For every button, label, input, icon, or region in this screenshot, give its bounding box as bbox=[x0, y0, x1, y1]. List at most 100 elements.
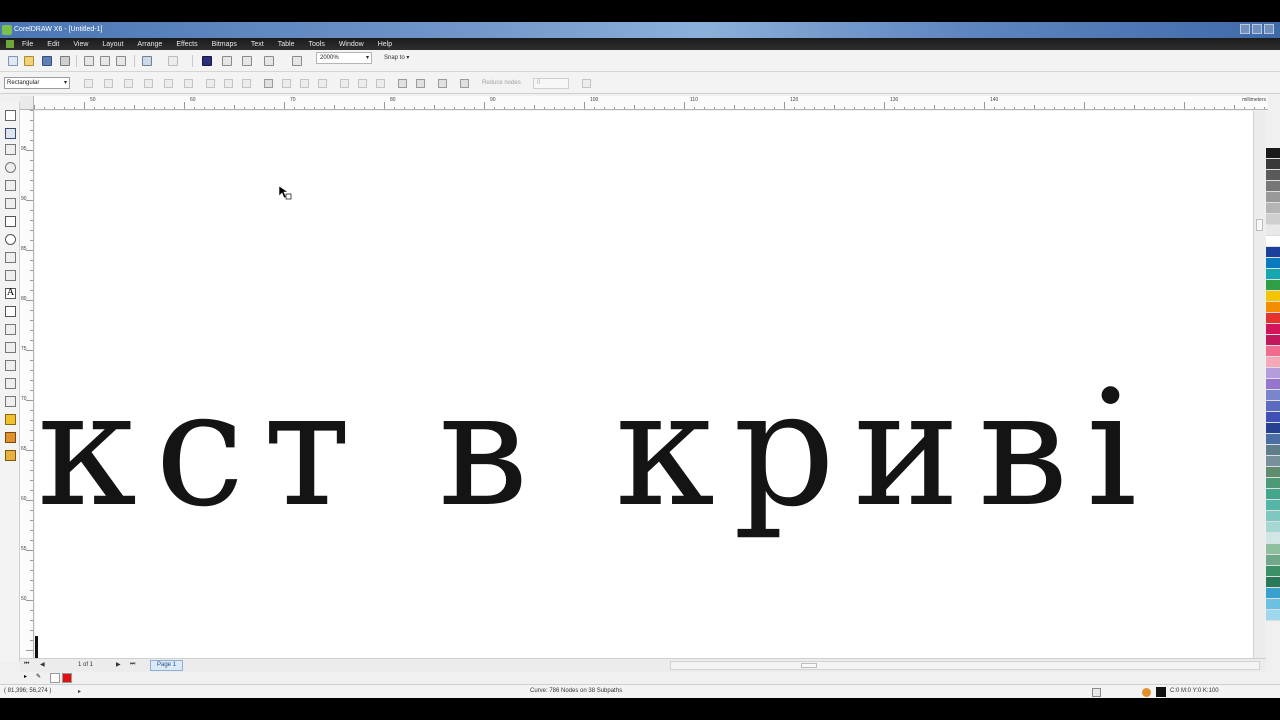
extend-curve-icon[interactable] bbox=[282, 79, 291, 88]
menu-help[interactable]: Help bbox=[378, 41, 392, 48]
vertical-ruler[interactable]: 95 90 85 80 75 70 65 60 55 50 bbox=[20, 110, 34, 666]
cut-icon[interactable] bbox=[84, 56, 94, 66]
new-document-icon[interactable] bbox=[8, 56, 18, 66]
cusp-node-icon[interactable] bbox=[206, 79, 215, 88]
export-icon[interactable] bbox=[222, 56, 232, 66]
menu-tools[interactable]: Tools bbox=[308, 41, 324, 48]
palette-swatch[interactable] bbox=[1266, 280, 1280, 291]
horizontal-scroll-thumb[interactable] bbox=[801, 663, 817, 668]
extract-subpath-icon[interactable] bbox=[300, 79, 309, 88]
palette-swatch[interactable] bbox=[1266, 390, 1280, 401]
crop-tool-icon[interactable] bbox=[5, 144, 16, 155]
symmetrical-node-icon[interactable] bbox=[242, 79, 251, 88]
close-button[interactable] bbox=[1264, 24, 1274, 34]
redo-icon[interactable] bbox=[168, 56, 178, 66]
reverse-direction-icon[interactable] bbox=[264, 79, 273, 88]
palette-swatch[interactable] bbox=[1266, 181, 1280, 192]
freehand-tool-icon[interactable] bbox=[5, 180, 16, 191]
menu-edit[interactable]: Edit bbox=[47, 41, 59, 48]
palette-swatch[interactable] bbox=[1266, 291, 1280, 302]
palette-swatch[interactable] bbox=[1266, 379, 1280, 390]
palette-swatch[interactable] bbox=[1266, 544, 1280, 555]
copy-icon[interactable] bbox=[100, 56, 110, 66]
palette-swatch[interactable] bbox=[1266, 335, 1280, 346]
elastic-mode-icon[interactable] bbox=[438, 79, 447, 88]
shape-tool-icon[interactable] bbox=[5, 128, 16, 139]
ellipse-tool-icon[interactable] bbox=[5, 234, 16, 245]
palette-swatch[interactable] bbox=[1266, 599, 1280, 610]
horizontal-scrollbar[interactable] bbox=[670, 661, 1260, 670]
palette-swatch[interactable] bbox=[1266, 214, 1280, 225]
page-last-icon[interactable]: ⏭ bbox=[130, 661, 135, 668]
publish-pdf-icon[interactable] bbox=[242, 56, 252, 66]
palette-swatch[interactable] bbox=[1266, 236, 1280, 247]
palette-swatch[interactable] bbox=[1266, 170, 1280, 181]
minimize-button[interactable] bbox=[1240, 24, 1250, 34]
smooth-node-icon[interactable] bbox=[224, 79, 233, 88]
polygon-tool-icon[interactable] bbox=[5, 252, 16, 263]
menu-file[interactable]: File bbox=[22, 41, 33, 48]
interactive-fill-tool-icon[interactable] bbox=[5, 450, 16, 461]
page-next-icon[interactable]: ▶ bbox=[116, 661, 121, 668]
palette-swatch[interactable] bbox=[1266, 500, 1280, 511]
break-curve-icon[interactable] bbox=[144, 79, 153, 88]
palette-swatch[interactable] bbox=[1266, 434, 1280, 445]
page-tab[interactable]: Page 1 bbox=[150, 660, 184, 671]
connector-tool-icon[interactable] bbox=[5, 342, 16, 353]
open-icon[interactable] bbox=[24, 56, 34, 66]
palette-swatch[interactable] bbox=[1266, 555, 1280, 566]
shape-preset-select[interactable]: Rectangular ▾ bbox=[4, 77, 70, 89]
palette-swatch[interactable] bbox=[1266, 159, 1280, 170]
align-nodes-icon[interactable] bbox=[376, 79, 385, 88]
reflect-vertical-icon[interactable] bbox=[416, 79, 425, 88]
palette-swatch[interactable] bbox=[1266, 588, 1280, 599]
rotate-nodes-icon[interactable] bbox=[358, 79, 367, 88]
palette-swatch[interactable] bbox=[1266, 489, 1280, 500]
vertical-scroll-thumb[interactable] bbox=[1256, 219, 1263, 231]
outline-pen-tool-icon[interactable] bbox=[5, 414, 16, 425]
select-all-nodes-icon[interactable] bbox=[460, 79, 469, 88]
application-launcher-icon[interactable] bbox=[264, 56, 274, 66]
menu-layout[interactable]: Layout bbox=[102, 41, 123, 48]
to-curve-icon[interactable] bbox=[184, 79, 193, 88]
page-first-icon[interactable]: ⏮ bbox=[24, 661, 29, 668]
save-icon[interactable] bbox=[42, 56, 52, 66]
table-tool-icon[interactable] bbox=[5, 306, 16, 317]
page-prev-icon[interactable]: ◀ bbox=[40, 661, 45, 668]
palette-swatch[interactable] bbox=[1266, 203, 1280, 214]
pick-tool-icon[interactable] bbox=[5, 110, 16, 121]
document-color-swatch[interactable] bbox=[62, 673, 72, 683]
horizontal-ruler[interactable]: 50 60 70 80 90 100 110 120 130 140 milli… bbox=[34, 96, 1268, 110]
menu-effects[interactable]: Effects bbox=[176, 41, 197, 48]
palette-swatch[interactable] bbox=[1266, 522, 1280, 533]
palette-swatch[interactable] bbox=[1266, 456, 1280, 467]
document-color-swatch[interactable] bbox=[50, 673, 60, 683]
palette-swatch[interactable] bbox=[1266, 401, 1280, 412]
rectangle-tool-icon[interactable] bbox=[5, 216, 16, 227]
zoom-tool-icon[interactable] bbox=[5, 162, 16, 173]
menu-arrange[interactable]: Arrange bbox=[137, 41, 162, 48]
palette-swatch[interactable] bbox=[1266, 225, 1280, 236]
curve-text-object[interactable]: кст в криві bbox=[37, 369, 1155, 529]
palette-swatch[interactable] bbox=[1266, 148, 1280, 159]
blend-tool-icon[interactable] bbox=[5, 360, 16, 371]
text-tool-icon[interactable]: A bbox=[5, 288, 16, 299]
print-icon[interactable] bbox=[60, 56, 70, 66]
palette-swatch[interactable] bbox=[1266, 412, 1280, 423]
palette-arrow-icon[interactable]: ▸ bbox=[24, 673, 27, 680]
to-line-icon[interactable] bbox=[164, 79, 173, 88]
document-menu-icon[interactable] bbox=[6, 40, 14, 48]
color-profile-icon[interactable] bbox=[1092, 688, 1101, 697]
fill-color-swatch[interactable] bbox=[1156, 687, 1166, 697]
curve-smoothness-icon[interactable] bbox=[582, 79, 591, 88]
ruler-origin[interactable] bbox=[20, 96, 34, 110]
vertical-scrollbar[interactable] bbox=[1253, 111, 1265, 666]
welcome-screen-icon[interactable] bbox=[292, 56, 302, 66]
paste-icon[interactable] bbox=[116, 56, 126, 66]
palette-swatch[interactable] bbox=[1266, 577, 1280, 588]
delete-node-icon[interactable] bbox=[104, 79, 113, 88]
zoom-level-select[interactable]: 2000% ▾ bbox=[316, 52, 372, 64]
palette-swatch[interactable] bbox=[1266, 511, 1280, 522]
maximize-button[interactable] bbox=[1252, 24, 1262, 34]
eyedropper-tool-icon[interactable] bbox=[5, 396, 16, 407]
